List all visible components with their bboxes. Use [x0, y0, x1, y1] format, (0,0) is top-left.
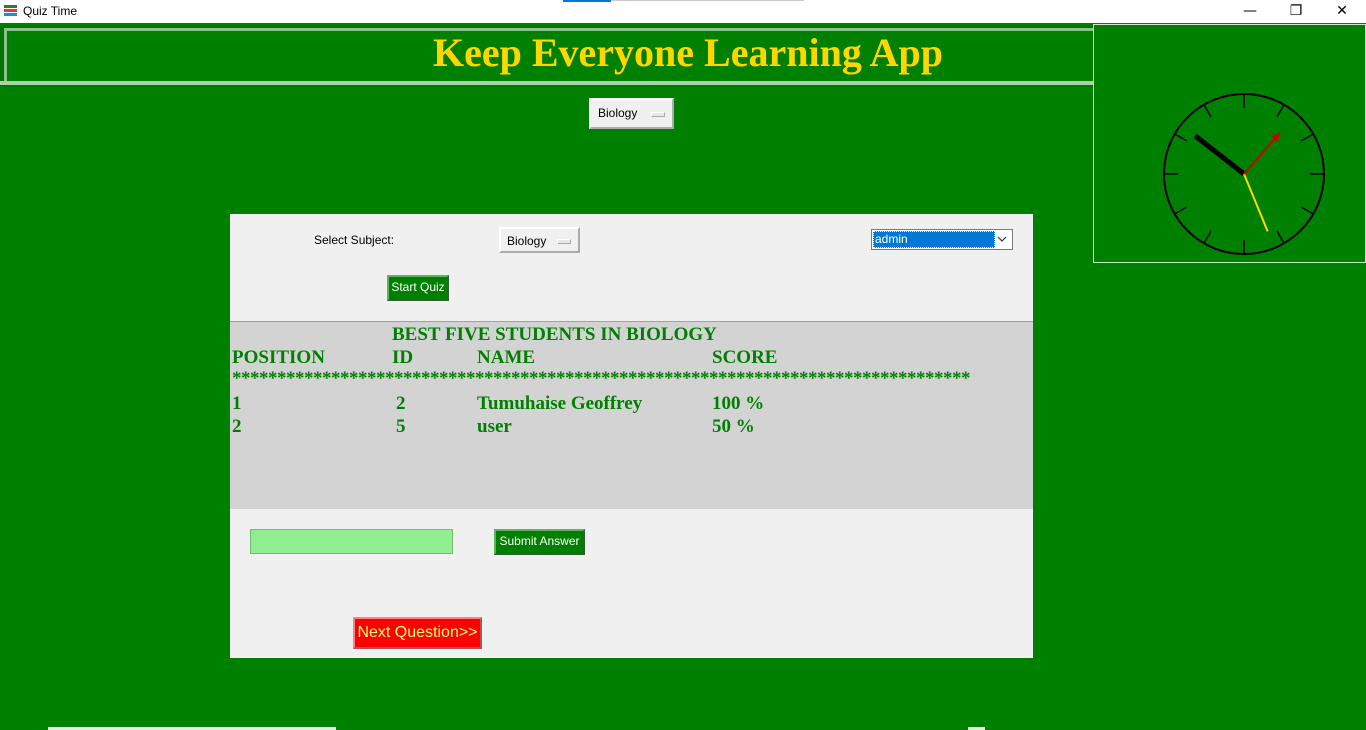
- banner-divider: [0, 81, 1094, 85]
- app-icon: [4, 5, 17, 17]
- subject-menu-value: Biology: [507, 234, 547, 248]
- row-2-id: 5: [396, 416, 406, 437]
- clock-tick: [1276, 104, 1285, 118]
- window-title: Quiz Time: [23, 4, 78, 18]
- top-subject-menu[interactable]: Biology: [589, 98, 674, 129]
- option-menu-indicator-icon: [557, 239, 571, 244]
- select-subject-label: Select Subject:: [314, 233, 395, 247]
- row-1-position: 1: [232, 393, 242, 414]
- row-1-score: 100 %: [712, 393, 765, 414]
- header-score: SCORE: [712, 347, 778, 368]
- leaderboard-title: BEST FIVE STUDENTS IN BIOLOGY: [392, 324, 717, 345]
- taskbar-accent: [563, 0, 611, 2]
- clock-tick: [1203, 230, 1212, 244]
- clock-tick: [1276, 230, 1285, 244]
- user-combobox[interactable]: admin: [871, 229, 1013, 250]
- top-subject-menu-value: Biology: [598, 106, 638, 120]
- clock-tick: [1174, 206, 1188, 215]
- quiz-panel: Select Subject: Biology admin Start Quiz…: [230, 214, 1033, 658]
- minimize-button[interactable]: —: [1227, 0, 1273, 23]
- restore-button[interactable]: ❐: [1273, 0, 1319, 23]
- row-1-name: Tumuhaise Geoffrey: [477, 393, 643, 414]
- chevron-down-icon[interactable]: [995, 232, 1009, 247]
- taskbar-accent-line: [611, 0, 804, 1]
- analog-clock: [1163, 93, 1325, 255]
- window-titlebar: Quiz Time — ❐ ✕: [0, 0, 1366, 23]
- clock-minute-hand: [1243, 173, 1269, 232]
- header-name: NAME: [477, 347, 536, 368]
- leaderboard: BEST FIVE STUDENTS IN BIOLOGY POSITION I…: [230, 321, 1033, 509]
- row-2-position: 2: [232, 416, 242, 437]
- clock-tick: [1203, 104, 1212, 118]
- clock-tick: [1174, 133, 1188, 142]
- header-position: POSITION: [232, 347, 325, 368]
- clock-tick: [1300, 133, 1314, 142]
- close-button[interactable]: ✕: [1319, 0, 1365, 23]
- user-combobox-value: admin: [873, 231, 995, 248]
- subject-menu[interactable]: Biology: [499, 227, 580, 253]
- analog-clock-panel: [1093, 24, 1366, 263]
- row-2-name: user: [477, 416, 512, 437]
- row-2-score: 50 %: [712, 416, 755, 437]
- leaderboard-separator: ****************************************…: [232, 368, 971, 389]
- next-question-button[interactable]: Next Question>>: [353, 617, 482, 649]
- clock-hour-hand: [1193, 133, 1246, 176]
- header-banner: Keep Everyone Learning App: [0, 25, 1097, 87]
- row-1-id: 2: [396, 393, 406, 414]
- answer-input[interactable]: [250, 529, 453, 554]
- clock-tick: [1300, 206, 1314, 215]
- header-id: ID: [392, 347, 414, 368]
- option-menu-indicator-icon: [651, 112, 665, 117]
- start-quiz-button[interactable]: Start Quiz: [387, 275, 449, 301]
- submit-answer-button[interactable]: Submit Answer: [494, 529, 585, 555]
